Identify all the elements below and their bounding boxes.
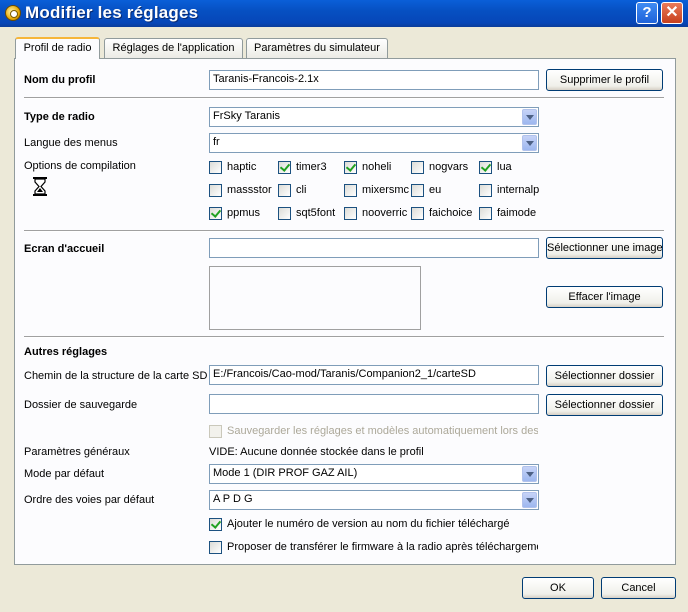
option-label: lua: [497, 161, 512, 173]
delete-profile-button[interactable]: Supprimer le profil: [546, 69, 663, 91]
ok-button[interactable]: OK: [522, 577, 594, 599]
menu-language-label: Langue des menus: [24, 137, 118, 149]
separator: [24, 230, 664, 232]
general-params-label: Paramètres généraux: [24, 446, 130, 458]
option-internalp-checkbox[interactable]: [479, 184, 492, 197]
general-params-value: VIDE: Aucune donnée stockée dans le prof…: [209, 446, 424, 458]
separator: [24, 97, 664, 99]
option-label: internalp: [497, 184, 540, 196]
option-label: sqt5font: [296, 207, 336, 219]
select-backup-folder-button[interactable]: Sélectionner dossier: [546, 394, 663, 416]
backup-folder-input[interactable]: [209, 394, 539, 414]
default-mode-value: Mode 1 (DIR PROF GAZ AIL): [213, 467, 358, 479]
select-sd-folder-button[interactable]: Sélectionner dossier: [546, 365, 663, 387]
profile-name-label: Nom du profil: [24, 74, 96, 86]
default-mode-label: Mode par défaut: [24, 468, 105, 480]
option-cli-checkbox[interactable]: [278, 184, 291, 197]
chevron-down-icon[interactable]: [522, 492, 537, 508]
offer-flash-label: Proposer de transférer le firmware à la …: [227, 541, 538, 553]
option-sqt5font-checkbox[interactable]: [278, 207, 291, 220]
clear-image-button[interactable]: Effacer l'image: [546, 286, 663, 308]
option-noheli-checkbox[interactable]: [344, 161, 357, 174]
separator: [24, 336, 664, 338]
chevron-down-icon[interactable]: [522, 135, 537, 151]
option-label: ppmus: [227, 207, 261, 219]
sd-path-label: Chemin de la structure de la carte SD: [24, 370, 208, 382]
option-massstor-checkbox[interactable]: [209, 184, 222, 197]
option-nooverric-checkbox[interactable]: [344, 207, 357, 220]
select-image-button[interactable]: Sélectionner une image: [546, 237, 663, 259]
tab-profil-de-radio[interactable]: Profil de radio: [15, 37, 100, 59]
chevron-down-icon[interactable]: [522, 466, 537, 482]
auto-backup-checkbox[interactable]: [209, 425, 222, 438]
help-button[interactable]: ?: [636, 2, 658, 24]
channel-order-value: A P D G: [213, 493, 253, 505]
app-icon: [5, 5, 21, 21]
channel-order-label: Ordre des voies par défaut: [24, 494, 155, 506]
option-eu-checkbox[interactable]: [411, 184, 424, 197]
option-label: faimode: [497, 207, 537, 219]
default-mode-select[interactable]: Mode 1 (DIR PROF GAZ AIL): [209, 464, 539, 484]
option-faichoice-checkbox[interactable]: [411, 207, 424, 220]
option-lua-checkbox[interactable]: [479, 161, 492, 174]
append-version-label: Ajouter le numéro de version au nom du f…: [227, 518, 510, 530]
option-label: eu: [429, 184, 442, 196]
title-bar[interactable]: Modifier les réglages ? ✕: [0, 0, 688, 27]
close-button[interactable]: ✕: [661, 2, 683, 24]
sd-path-input[interactable]: E:/Francois/Cao-mod/Taranis/Companion2_1…: [209, 365, 539, 385]
channel-order-select[interactable]: A P D G: [209, 490, 539, 510]
profile-name-input[interactable]: Taranis-Francois-2.1x: [209, 70, 539, 90]
chevron-down-icon[interactable]: [522, 109, 537, 125]
cancel-button[interactable]: Cancel: [601, 577, 676, 599]
splash-image-input[interactable]: [209, 238, 539, 258]
auto-backup-label: Sauvegarder les réglages et modèles auto…: [227, 425, 538, 437]
option-label: massstor: [227, 184, 272, 196]
hourglass-icon: [33, 177, 47, 196]
option-faimode-checkbox[interactable]: [479, 207, 492, 220]
tab-reglages-application[interactable]: Réglages de l'application: [104, 38, 243, 58]
menu-language-select[interactable]: fr: [209, 133, 539, 153]
window-title: Modifier les réglages: [25, 3, 199, 22]
splash-image-preview: [209, 266, 421, 330]
option-haptic-checkbox[interactable]: [209, 161, 222, 174]
option-label: nogvars: [429, 161, 469, 173]
option-label: faichoice: [429, 207, 473, 219]
splash-label: Ecran d'accueil: [24, 243, 105, 255]
backup-folder-label: Dossier de sauvegarde: [24, 399, 138, 411]
build-options-label: Options de compilation: [24, 160, 136, 172]
option-label: haptic: [227, 161, 257, 173]
option-label: cli: [296, 184, 307, 196]
append-version-checkbox[interactable]: [209, 518, 222, 531]
radio-type-label: Type de radio: [24, 111, 95, 123]
option-ppmus-checkbox[interactable]: [209, 207, 222, 220]
option-timer3-checkbox[interactable]: [278, 161, 291, 174]
offer-flash-checkbox[interactable]: [209, 541, 222, 554]
radio-type-select[interactable]: FrSky Taranis: [209, 107, 539, 127]
other-settings-heading: Autres réglages: [24, 346, 108, 358]
menu-language-value: fr: [213, 136, 220, 148]
option-label: timer3: [296, 161, 327, 173]
radio-type-value: FrSky Taranis: [213, 110, 281, 122]
option-mixersmc-checkbox[interactable]: [344, 184, 357, 197]
option-nogvars-checkbox[interactable]: [411, 161, 424, 174]
tab-parametres-simulateur[interactable]: Paramètres du simulateur: [246, 38, 388, 58]
